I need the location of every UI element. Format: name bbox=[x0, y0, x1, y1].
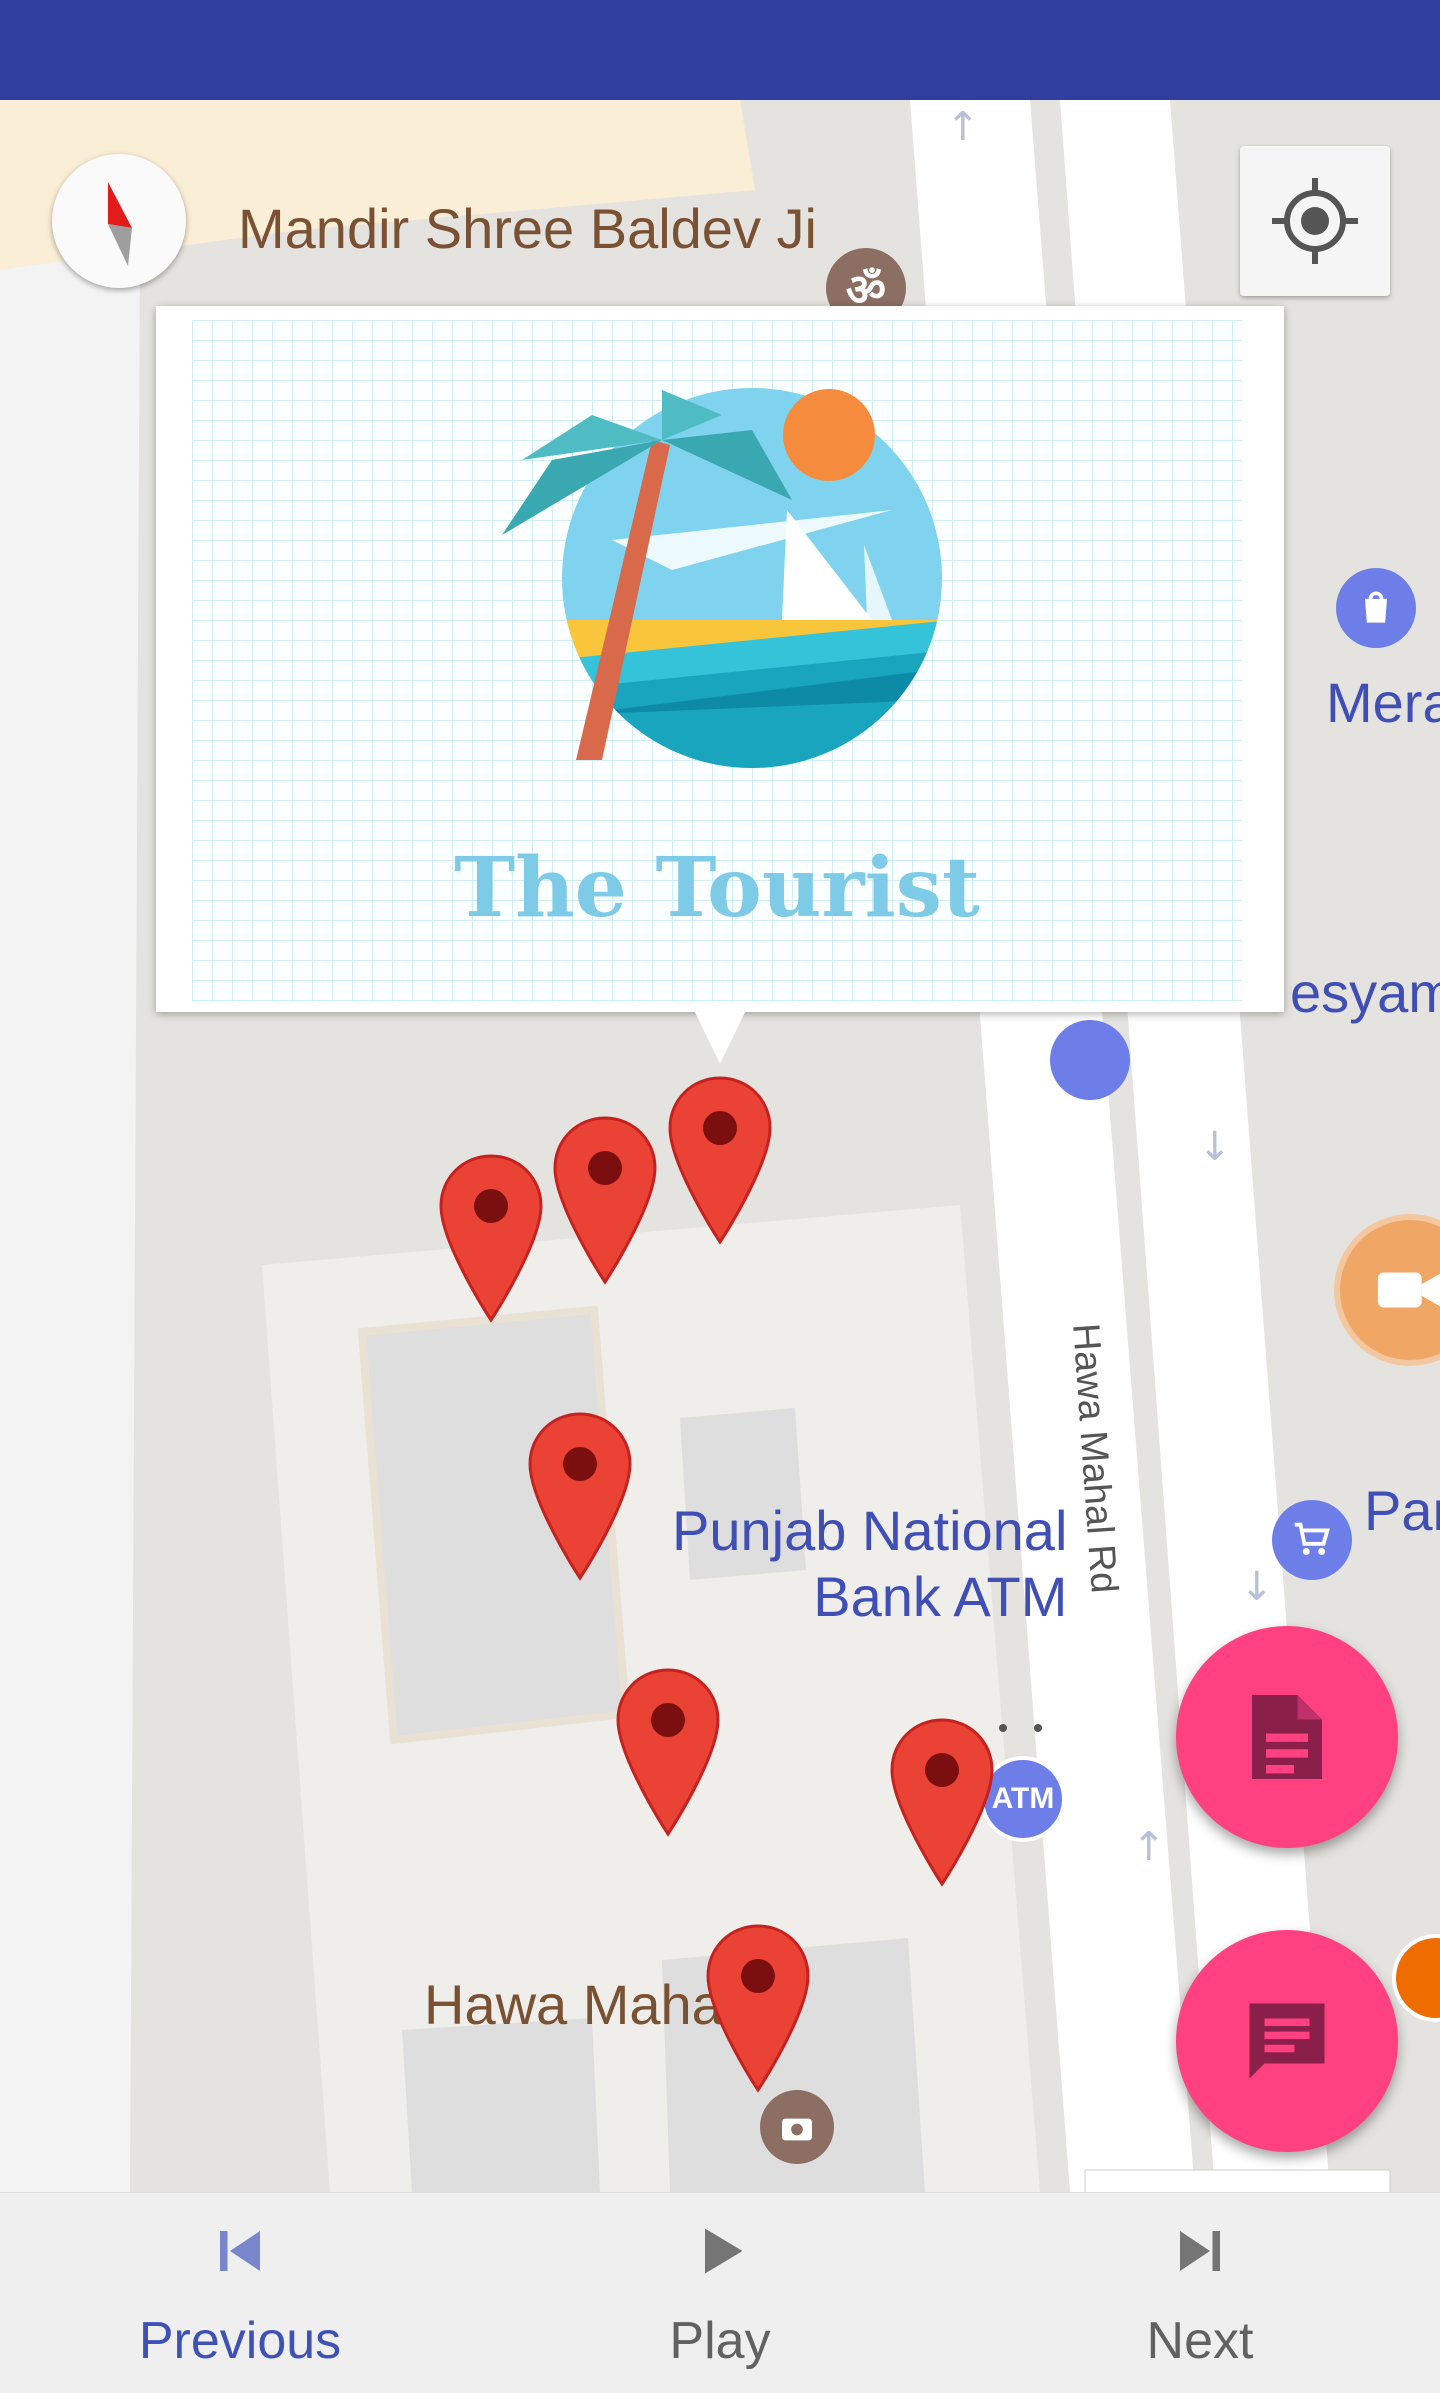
compass-icon bbox=[108, 182, 132, 266]
previous-button[interactable]: Previous bbox=[90, 2193, 390, 2393]
my-location-button[interactable] bbox=[1240, 146, 1390, 296]
logo-title: The Tourist bbox=[454, 840, 980, 936]
svg-text:↑: ↑ bbox=[1132, 1824, 1166, 1870]
compass-button[interactable] bbox=[52, 154, 186, 288]
bank-atm-label-line2: Bank ATM bbox=[813, 1565, 1068, 1628]
map-pin[interactable] bbox=[890, 1718, 994, 1888]
atm-icon[interactable]: ATM bbox=[984, 1760, 1062, 1838]
camera-icon[interactable] bbox=[760, 2090, 834, 2164]
document-icon bbox=[1252, 1695, 1322, 1779]
map-pin[interactable] bbox=[616, 1668, 720, 1838]
map-pin[interactable] bbox=[553, 1116, 657, 1286]
partial-place-label-2[interactable]: esyam bbox=[1290, 960, 1440, 1026]
skip-next-icon bbox=[1180, 2231, 1220, 2271]
chat-fab-button[interactable] bbox=[1176, 1930, 1398, 2152]
info-window-pointer bbox=[694, 1010, 746, 1064]
temple-label[interactable]: Mandir Shree Baldev Ji bbox=[238, 196, 817, 261]
map-pin[interactable] bbox=[668, 1076, 772, 1246]
next-label: Next bbox=[1146, 2312, 1254, 2370]
play-icon bbox=[705, 2228, 743, 2274]
svg-text:↓: ↓ bbox=[1198, 1124, 1232, 1170]
chat-icon bbox=[1249, 2003, 1325, 2079]
svg-text:↓: ↓ bbox=[1240, 1564, 1274, 1610]
tourist-logo-image: The Tourist bbox=[192, 320, 1242, 1002]
bank-atm-label-line1: Punjab National bbox=[672, 1499, 1068, 1562]
document-fab-button[interactable] bbox=[1176, 1626, 1398, 1848]
map-pin[interactable] bbox=[706, 1924, 810, 2094]
play-button[interactable]: Play bbox=[570, 2193, 870, 2393]
shopping-bag-icon[interactable] bbox=[1336, 568, 1416, 648]
previous-label: Previous bbox=[138, 2312, 342, 2370]
info-window[interactable]: The Tourist bbox=[156, 306, 1284, 1012]
play-label: Play bbox=[669, 2312, 771, 2370]
map-pin[interactable] bbox=[528, 1412, 632, 1582]
svg-text:↑: ↑ bbox=[946, 104, 980, 150]
next-button[interactable]: Next bbox=[1050, 2193, 1350, 2393]
skip-previous-icon bbox=[220, 2231, 260, 2271]
my-location-icon bbox=[1272, 178, 1358, 264]
partial-poi-icon[interactable] bbox=[1050, 1020, 1130, 1100]
status-bar bbox=[0, 0, 1440, 100]
shopping-cart-icon[interactable] bbox=[1272, 1500, 1352, 1580]
partial-place-label[interactable]: Mera bbox=[1326, 670, 1440, 736]
bottom-navigation: Previous Play Next bbox=[0, 2192, 1440, 2393]
palace-label[interactable]: Hawa Mahal bbox=[424, 1972, 735, 2037]
partial-shop-label[interactable]: Pan bbox=[1364, 1478, 1440, 1544]
map-pin[interactable] bbox=[439, 1154, 543, 1324]
bank-atm-label[interactable]: Punjab National Bank ATM bbox=[672, 1498, 1067, 1630]
